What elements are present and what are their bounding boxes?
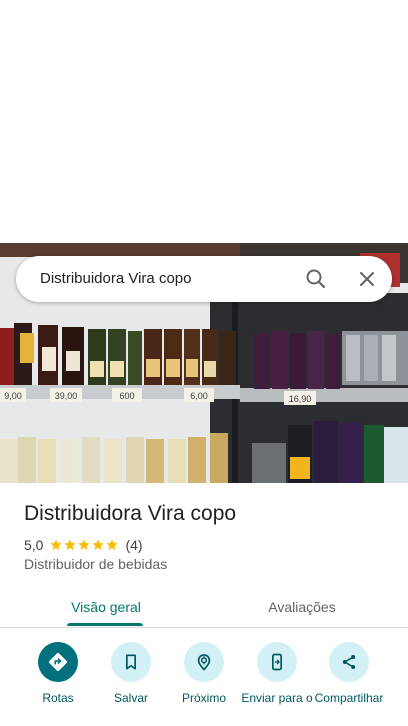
share-icon — [329, 642, 369, 682]
directions-button[interactable]: Rotas — [21, 642, 95, 705]
star-icon — [78, 539, 91, 550]
share-button[interactable]: Compartilhar — [312, 642, 386, 705]
rating-value: 5,0 — [24, 537, 44, 553]
nearby-button[interactable]: Próximo — [167, 642, 241, 705]
review-count: (4) — [125, 537, 143, 553]
search-bar[interactable]: Distribuidora Vira copo — [16, 256, 392, 302]
star-icon — [50, 539, 63, 550]
search-icon[interactable] — [302, 265, 330, 293]
place-title: Distribuidora Vira copo — [24, 502, 237, 525]
send-to-phone-icon — [257, 642, 297, 682]
price-tag: 6,00 — [190, 391, 208, 401]
send-to-phone-button[interactable]: Enviar para o — [240, 642, 314, 705]
save-label: Salvar — [113, 691, 148, 705]
directions-icon — [38, 642, 78, 682]
tab-overview[interactable]: Visão geral — [52, 586, 160, 628]
action-bar: Rotas Salvar Próximo Enviar para o Compa… — [0, 640, 408, 726]
price-tag: 600 — [119, 391, 134, 401]
save-button[interactable]: Salvar — [94, 642, 168, 705]
directions-label: Rotas — [42, 691, 74, 705]
bookmark-icon — [111, 642, 151, 682]
send-to-phone-label: Enviar para o — [241, 691, 313, 705]
search-input[interactable]: Distribuidora Vira copo — [40, 270, 191, 287]
star-icon — [64, 539, 77, 550]
tab-reviews[interactable]: Avaliações — [248, 586, 356, 628]
tab-bar: Visão geral Avaliações — [0, 586, 408, 628]
star-icon — [92, 539, 105, 550]
tab-selected-indicator — [67, 623, 143, 626]
star-rating — [49, 538, 119, 552]
rating-row[interactable]: 5,0 (4) — [24, 536, 143, 554]
price-tag: 39,00 — [55, 391, 78, 401]
share-label: Compartilhar — [314, 691, 384, 705]
place-category: Distribuidor de bebidas — [24, 556, 168, 572]
price-tag: 16,90 — [289, 394, 312, 404]
star-icon — [106, 539, 119, 550]
nearby-icon — [184, 642, 224, 682]
nearby-label: Próximo — [181, 691, 226, 705]
map-blank-area — [0, 0, 408, 243]
close-icon[interactable] — [353, 265, 381, 293]
price-tag: 9,00 — [4, 391, 22, 401]
